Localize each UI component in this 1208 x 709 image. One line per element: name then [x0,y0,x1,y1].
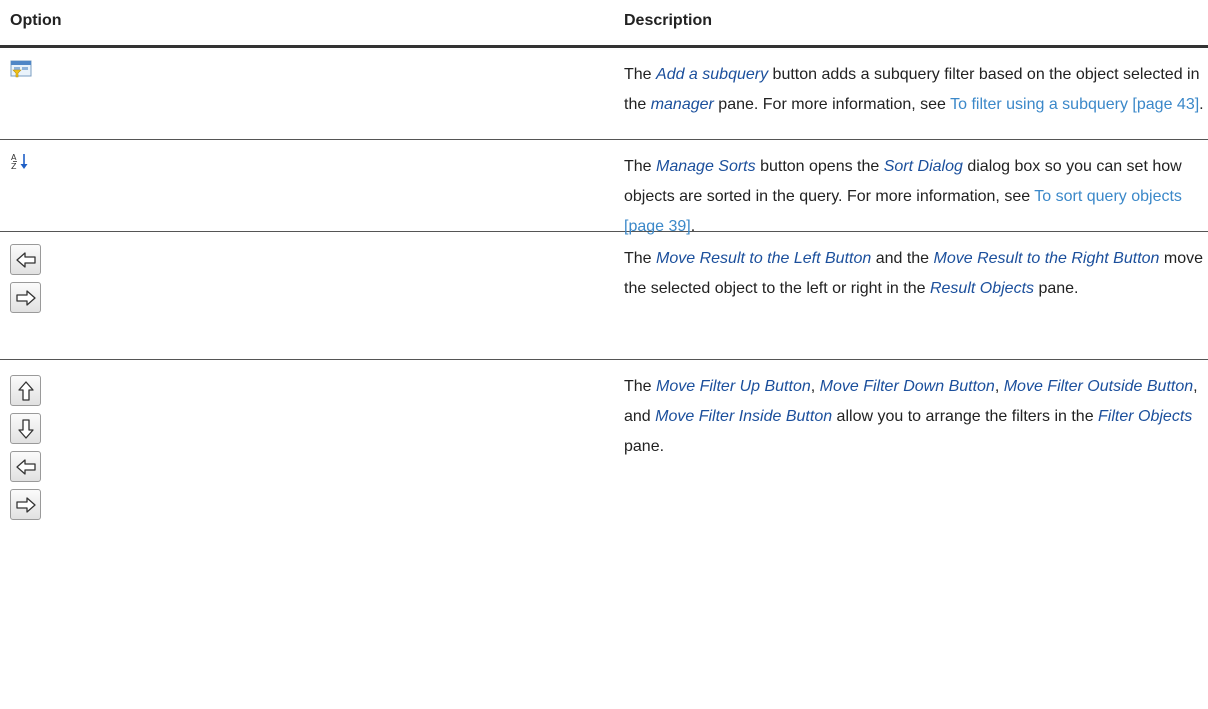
ui-term: Add a subquery [656,66,769,83]
description-cell: The Move Filter Up Button, Move Filter D… [624,372,1204,462]
arrow-up-icon [18,381,34,401]
description-text: , [994,378,1004,395]
description-text: pane. [1034,280,1079,297]
description-cell: The Manage Sorts button opens the Sort D… [624,152,1204,242]
ui-term: Move Filter Inside Button [655,408,833,425]
ui-term: Result Objects [929,280,1035,297]
description-text: and the [871,250,934,267]
ui-term: Move Filter Up Button [656,378,811,395]
option-cell: A Z [10,152,32,177]
ui-term: Filter Objects [1098,408,1193,425]
move-filter-down-button[interactable] [10,413,41,444]
ui-term: manager [650,96,714,113]
description-cell: The Move Result to the Left Button and t… [624,244,1204,304]
cross-reference-link[interactable]: To filter using a subquery [page 43] [950,96,1199,113]
description-text: The [624,250,657,267]
description-cell: The Add a subquery button adds a subquer… [624,60,1204,120]
options-table: Option Description The Add a subquery bu… [0,0,1208,609]
option-cell [10,375,41,527]
ui-term: Move Filter Down Button [819,378,995,395]
sort-az-icon: A Z [11,153,28,171]
ui-term: Manage Sorts [656,158,756,175]
ui-term: Sort Dialog [883,158,963,175]
move-result-left-button[interactable] [10,244,41,275]
arrow-left-icon [16,459,36,475]
table-row: The Move Filter Up Button, Move Filter D… [0,360,1208,609]
table-row: A Z The Manage Sorts button opens the So… [0,140,1208,235]
move-filter-up-button[interactable] [10,375,41,406]
description-text: pane. For more information, see [713,96,951,113]
ui-term: Move Result to the Left Button [656,250,872,267]
option-column-header: Option [10,12,62,29]
arrow-right-icon [16,290,36,306]
description-text: allow you to arrange the filters in the [832,408,1099,425]
description-column-header: Description [624,12,713,29]
arrow-down-icon [18,419,34,439]
description-text: The [624,158,657,175]
arrow-left-icon [16,252,36,268]
svg-text:A: A [11,153,17,162]
arrow-right-icon [16,497,36,513]
move-result-right-button[interactable] [10,282,41,313]
table-row: The Move Result to the Left Button and t… [0,232,1208,360]
move-filter-outside-button[interactable] [10,451,41,482]
description-text: The [624,66,657,83]
table-row: The Add a subquery button adds a subquer… [0,48,1208,140]
add-subquery-icon [10,60,32,78]
description-text: The [624,378,657,395]
option-cell [10,244,41,320]
option-cell [10,60,32,83]
ui-term: Move Result to the Right Button [933,250,1160,267]
description-text: button opens the [755,158,884,175]
move-filter-inside-button[interactable] [10,489,41,520]
description-text: pane. [624,438,665,455]
ui-term: Move Filter Outside Button [1003,378,1194,395]
description-text: . [1199,96,1204,113]
description-text: , [810,378,820,395]
table-header: Option Description [0,0,1208,48]
svg-text:Z: Z [11,162,17,171]
